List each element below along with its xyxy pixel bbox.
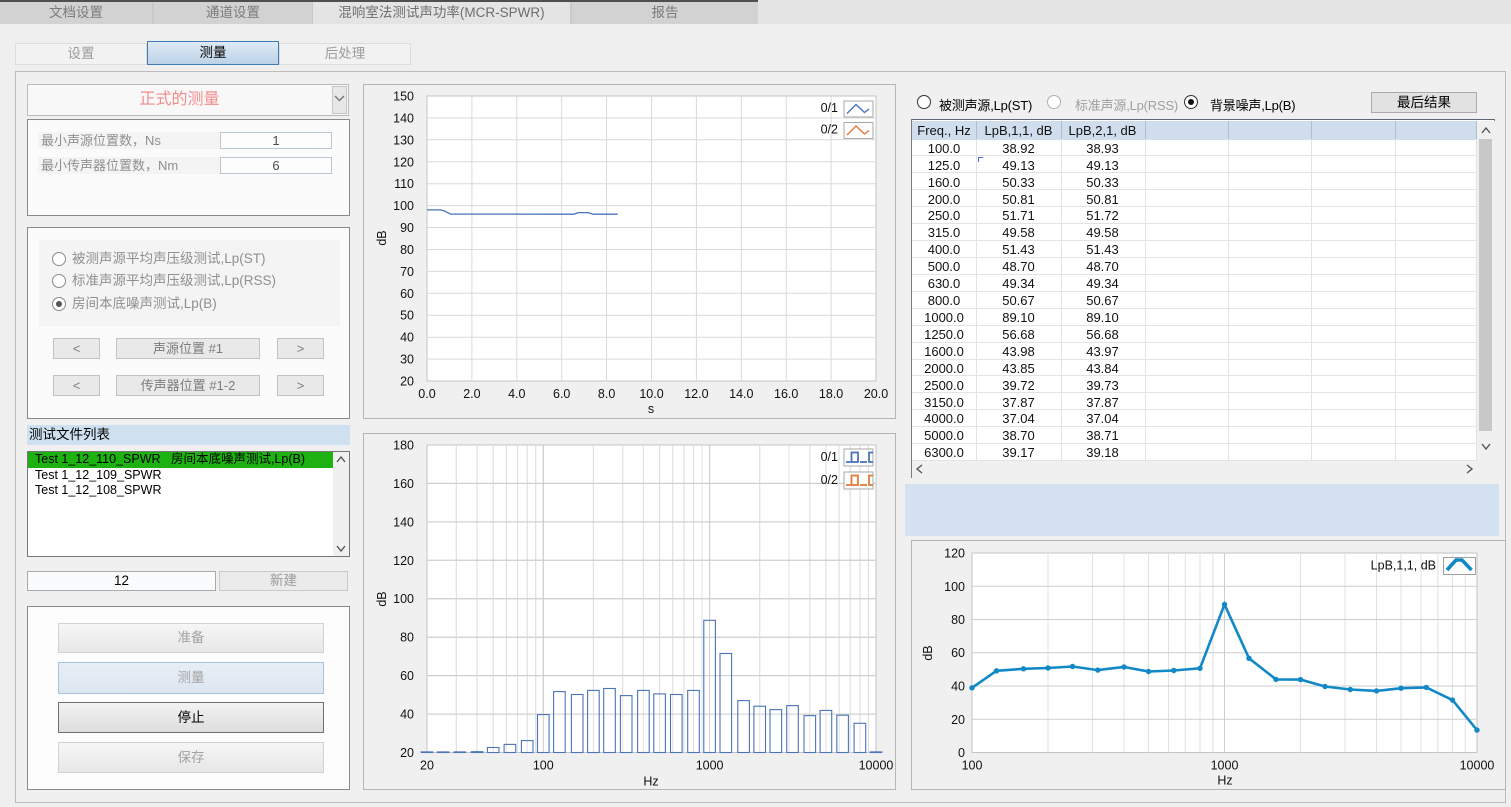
svg-text:0.0: 0.0 <box>418 387 435 401</box>
svg-text:140: 140 <box>393 111 414 125</box>
svg-text:14.0: 14.0 <box>729 387 753 401</box>
svg-text:40: 40 <box>400 331 414 345</box>
svg-text:80: 80 <box>400 243 414 257</box>
svg-text:100: 100 <box>393 592 414 606</box>
svg-text:40: 40 <box>400 708 414 722</box>
svg-text:0/1: 0/1 <box>821 101 838 115</box>
svg-text:100: 100 <box>393 199 414 213</box>
svg-text:100: 100 <box>962 759 983 773</box>
svg-text:dB: dB <box>375 230 389 245</box>
svg-text:Hz: Hz <box>643 775 658 789</box>
svg-text:0/2: 0/2 <box>821 473 838 487</box>
svg-text:50: 50 <box>400 309 414 323</box>
svg-text:4.0: 4.0 <box>508 387 525 401</box>
svg-text:80: 80 <box>951 613 965 627</box>
svg-text:140: 140 <box>393 515 414 529</box>
svg-text:90: 90 <box>400 221 414 235</box>
svg-text:20: 20 <box>400 746 414 760</box>
svg-text:18.0: 18.0 <box>819 387 843 401</box>
svg-text:40: 40 <box>951 680 965 694</box>
svg-text:6.0: 6.0 <box>553 387 570 401</box>
svg-text:80: 80 <box>400 631 414 645</box>
svg-text:dB: dB <box>375 591 389 606</box>
svg-text:20: 20 <box>420 759 434 773</box>
svg-text:60: 60 <box>400 287 414 301</box>
svg-text:10.0: 10.0 <box>639 387 663 401</box>
svg-text:100: 100 <box>944 580 965 594</box>
svg-text:2.0: 2.0 <box>463 387 480 401</box>
svg-text:120: 120 <box>393 554 414 568</box>
svg-text:10000: 10000 <box>1460 759 1495 773</box>
svg-text:20.0: 20.0 <box>864 387 888 401</box>
svg-text:30: 30 <box>400 353 414 367</box>
svg-text:1000: 1000 <box>696 759 724 773</box>
svg-text:180: 180 <box>393 439 414 453</box>
svg-text:20: 20 <box>951 713 965 727</box>
svg-text:60: 60 <box>400 669 414 683</box>
svg-text:120: 120 <box>393 155 414 169</box>
svg-text:s: s <box>648 402 654 416</box>
svg-text:130: 130 <box>393 133 414 147</box>
svg-text:100: 100 <box>533 759 554 773</box>
svg-text:70: 70 <box>400 265 414 279</box>
svg-text:dB: dB <box>921 645 935 660</box>
svg-text:12.0: 12.0 <box>684 387 708 401</box>
svg-text:150: 150 <box>393 90 414 104</box>
svg-text:0/2: 0/2 <box>821 123 838 137</box>
svg-text:0/1: 0/1 <box>821 450 838 464</box>
svg-text:20: 20 <box>400 375 414 389</box>
svg-text:8.0: 8.0 <box>598 387 615 401</box>
svg-text:160: 160 <box>393 477 414 491</box>
svg-text:120: 120 <box>944 547 965 561</box>
svg-text:60: 60 <box>951 646 965 660</box>
svg-text:110: 110 <box>394 177 414 191</box>
svg-text:Hz: Hz <box>1217 774 1232 788</box>
svg-text:16.0: 16.0 <box>774 387 798 401</box>
svg-text:LpB,1,1, dB: LpB,1,1, dB <box>1371 559 1436 573</box>
svg-text:1000: 1000 <box>1211 759 1239 773</box>
svg-text:10000: 10000 <box>859 759 894 773</box>
